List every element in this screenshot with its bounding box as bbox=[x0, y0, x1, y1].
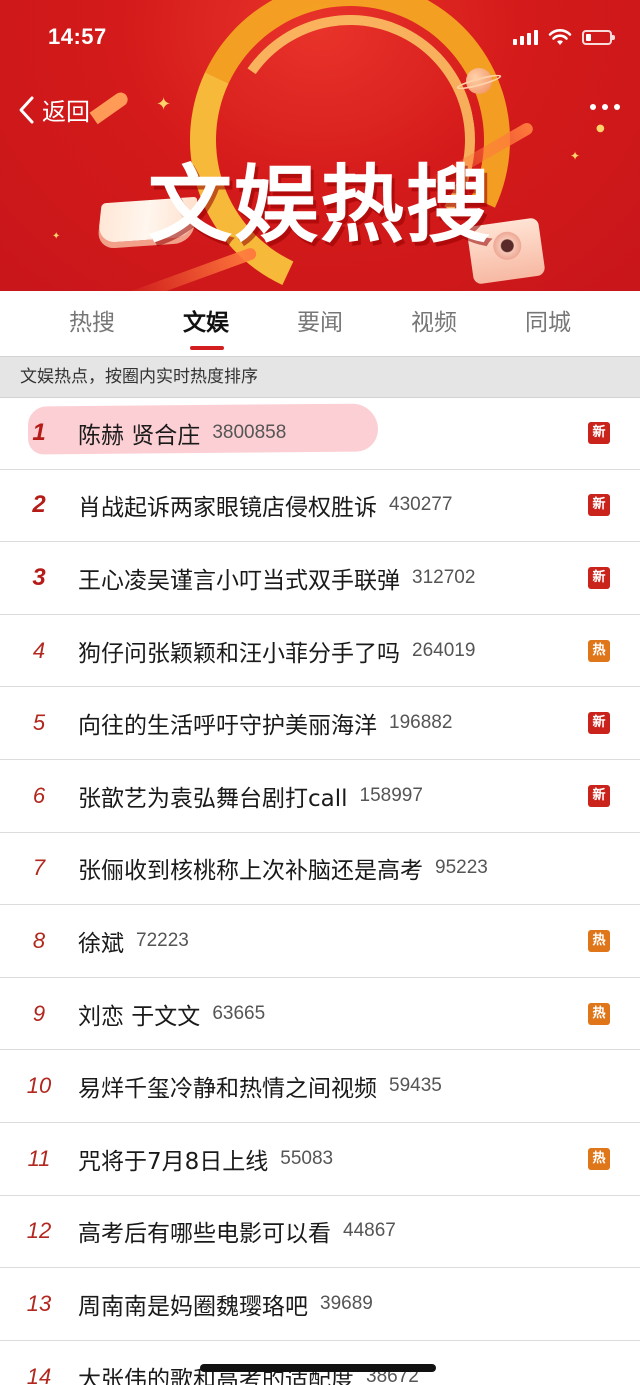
list-item[interactable]: 14 大张伟的歌和高考的适配度 38672 bbox=[0, 1341, 640, 1385]
item-title: 刘恋 于文文 bbox=[78, 1003, 201, 1030]
item-title: 徐斌 bbox=[78, 930, 124, 957]
redaction-bar bbox=[200, 1364, 436, 1372]
tab-hot-search[interactable]: 热搜 bbox=[35, 291, 149, 355]
category-tabs: 热搜 文娱 要闻 视频 同城 bbox=[0, 291, 640, 355]
item-title: 周南南是妈圈魏璎珞吧 bbox=[78, 1293, 308, 1320]
list-item[interactable]: 4 狗仔问张颖颖和汪小菲分手了吗 264019 热 bbox=[0, 615, 640, 688]
tab-local[interactable]: 同城 bbox=[491, 291, 605, 355]
list-item[interactable]: 2 肖战起诉两家眼镜店侵权胜诉 430277 新 bbox=[0, 470, 640, 543]
item-title: 张歆艺为袁弘舞台剧打call bbox=[78, 785, 348, 812]
rank-number: 3 bbox=[32, 563, 46, 591]
hot-badge: 热 bbox=[588, 929, 610, 952]
list-item[interactable]: 5 向往的生活呼吁守护美丽海洋 196882 新 bbox=[0, 687, 640, 760]
cellular-signal-icon bbox=[513, 29, 538, 45]
list-item[interactable]: 12 高考后有哪些电影可以看 44867 bbox=[0, 1196, 640, 1269]
status-icons bbox=[513, 28, 615, 46]
hot-badge: 热 bbox=[588, 1002, 610, 1025]
list-item[interactable]: 10 易烊千玺冷静和热情之间视频 59435 bbox=[0, 1050, 640, 1123]
new-badge: 新 bbox=[588, 421, 610, 444]
heat-count: 95223 bbox=[435, 857, 488, 879]
heat-count: 55083 bbox=[280, 1147, 334, 1169]
heat-count: 196882 bbox=[389, 712, 453, 734]
heat-count: 39689 bbox=[320, 1292, 373, 1314]
section-note: 文娱热点，按圈内实时热度排序 bbox=[0, 356, 640, 398]
rank-number: 5 bbox=[32, 710, 46, 736]
rank-number: 14 bbox=[26, 1363, 52, 1385]
wifi-icon bbox=[548, 28, 572, 46]
back-button-label: 返回 bbox=[42, 98, 90, 126]
heat-count: 430277 bbox=[389, 494, 453, 516]
rank-number: 9 bbox=[32, 1000, 46, 1026]
header-banner: ✦ ✦ ✦ ● 14:57 返回 文娱热搜 bbox=[0, 0, 640, 291]
hot-search-list: 1 陈赫 贤合庄 3800858 新 2 肖战起诉两家眼镜店侵权胜诉 430277 新 3 王心凌… bbox=[0, 397, 640, 1385]
new-badge: 新 bbox=[588, 566, 610, 589]
heat-count: 63665 bbox=[212, 1002, 266, 1024]
rank-number: 2 bbox=[32, 491, 46, 519]
list-item[interactable]: 3 王心凌吴谨言小叮当式双手联弹 312702 新 bbox=[0, 542, 640, 615]
rank-number: 13 bbox=[26, 1290, 52, 1316]
item-title: 易烊千玺冷静和热情之间视频 bbox=[78, 1076, 377, 1103]
rank-number: 6 bbox=[32, 782, 46, 808]
list-item[interactable]: 11 咒将于7月8日上线 55083 热 bbox=[0, 1123, 640, 1196]
heat-count: 44867 bbox=[343, 1220, 396, 1242]
item-title: 陈赫 贤合庄 bbox=[78, 422, 201, 449]
status-time: 14:57 bbox=[48, 24, 107, 49]
rank-number: 7 bbox=[32, 855, 46, 881]
new-badge: 新 bbox=[588, 712, 610, 735]
heat-count: 264019 bbox=[412, 639, 476, 661]
back-button[interactable]: 返回 bbox=[16, 92, 90, 127]
rank-number: 10 bbox=[26, 1073, 52, 1099]
hot-badge: 热 bbox=[588, 639, 610, 662]
heat-count: 312702 bbox=[412, 566, 476, 588]
item-title: 狗仔问张颖颖和汪小菲分手了吗 bbox=[78, 640, 400, 667]
rank-number: 1 bbox=[32, 418, 46, 446]
list-item[interactable]: 9 刘恋 于文文 63665 热 bbox=[0, 978, 640, 1051]
new-badge: 新 bbox=[588, 494, 610, 517]
rank-number: 8 bbox=[32, 927, 46, 953]
list-item[interactable]: 13 周南南是妈圈魏璎珞吧 39689 bbox=[0, 1268, 640, 1341]
tab-entertainment[interactable]: 文娱 bbox=[149, 291, 263, 355]
item-title: 咒将于7月8日上线 bbox=[78, 1148, 269, 1175]
sparkle-icon: ● bbox=[596, 123, 605, 134]
rank-number: 12 bbox=[26, 1218, 52, 1244]
list-item[interactable]: 6 张歆艺为袁弘舞台剧打call 158997 新 bbox=[0, 760, 640, 833]
rocket-decoration-icon bbox=[89, 89, 131, 125]
tab-video[interactable]: 视频 bbox=[377, 291, 491, 355]
page-title: 文娱热搜 bbox=[147, 156, 492, 254]
list-item[interactable]: 7 张俪收到核桃称上次补脑还是高考 95223 bbox=[0, 833, 640, 906]
heat-count: 158997 bbox=[359, 784, 423, 806]
item-title: 肖战起诉两家眼镜店侵权胜诉 bbox=[78, 495, 377, 522]
item-title: 张俪收到核桃称上次补脑还是高考 bbox=[78, 858, 423, 885]
tab-news[interactable]: 要闻 bbox=[263, 291, 377, 355]
more-options-icon[interactable] bbox=[590, 98, 620, 116]
rank-number: 11 bbox=[27, 1145, 51, 1171]
item-title: 向往的生活呼吁守护美丽海洋 bbox=[78, 713, 377, 740]
heat-count: 72223 bbox=[136, 929, 189, 951]
item-title: 王心凌吴谨言小叮当式双手联弹 bbox=[78, 567, 400, 594]
hot-badge: 热 bbox=[588, 1147, 610, 1170]
heat-count: 3800858 bbox=[212, 421, 287, 443]
list-item[interactable]: 1 陈赫 贤合庄 3800858 新 bbox=[0, 397, 640, 470]
list-item[interactable]: 8 徐斌 72223 热 bbox=[0, 905, 640, 978]
chevron-left-icon bbox=[19, 96, 34, 123]
new-badge: 新 bbox=[588, 784, 610, 807]
rank-number: 4 bbox=[32, 637, 46, 663]
battery-icon bbox=[582, 29, 615, 45]
item-title: 高考后有哪些电影可以看 bbox=[78, 1221, 331, 1248]
sparkle-icon: ✦ bbox=[156, 94, 172, 115]
heat-count: 59435 bbox=[389, 1075, 442, 1097]
